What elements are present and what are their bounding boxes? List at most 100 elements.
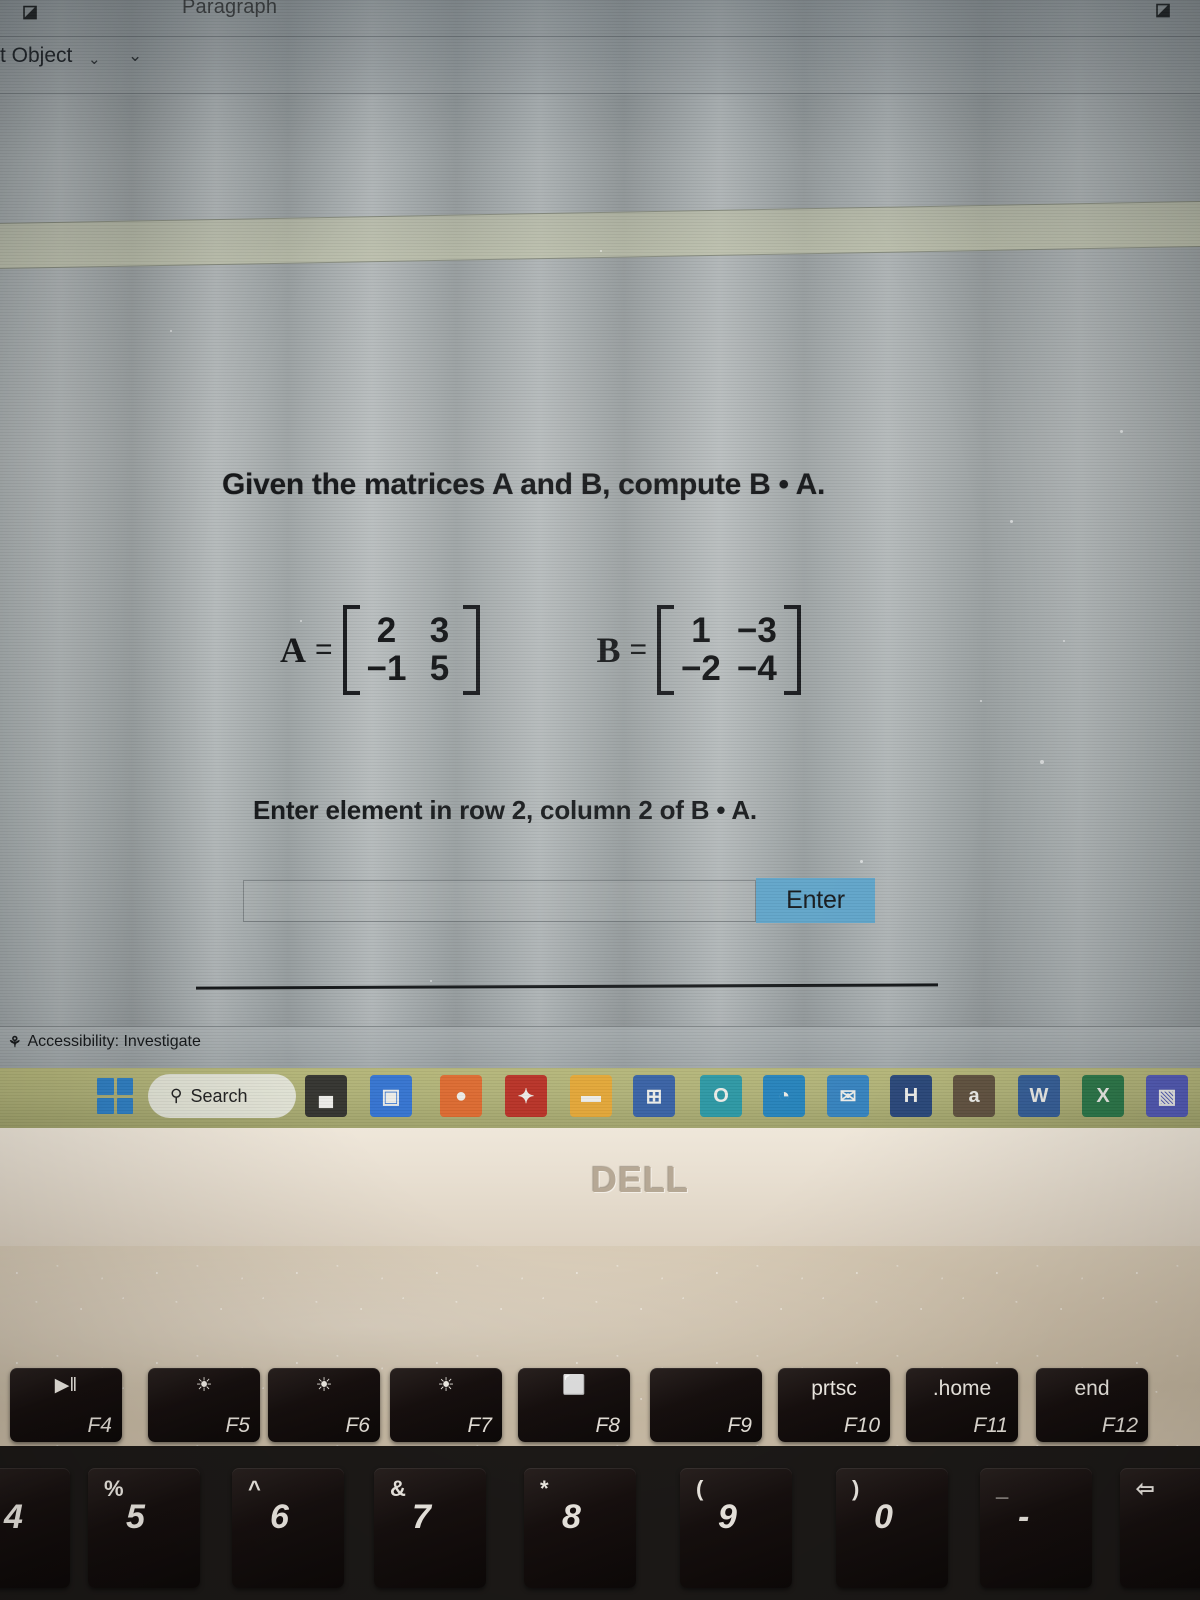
key-f12-secondary-label: end (1074, 1377, 1110, 1400)
key-f9-label: F9 (727, 1414, 752, 1437)
matrix-b-cell-r2c1: −2 (680, 648, 721, 688)
matrix-a-cell-r2c1: −1 (366, 648, 407, 688)
key-0[interactable]: ) 0 (836, 1468, 948, 1588)
key-f10[interactable]: prtsc F10 (778, 1368, 890, 1442)
key-5[interactable]: % 5 (88, 1468, 200, 1588)
key-f5[interactable]: ☀ F5 (148, 1368, 260, 1442)
key-0-label: 0 (874, 1498, 893, 1536)
key-backspace-shift-label: ⇦ (1136, 1476, 1155, 1501)
key-minus-label: - (1018, 1498, 1030, 1536)
key-minus-shift-label: _ (996, 1476, 1009, 1501)
key-4[interactable]: $4 (0, 1468, 70, 1588)
matrix-b-cell-r2c2: −4 (736, 648, 777, 688)
key-f9[interactable]: F9 (650, 1368, 762, 1442)
matrix-b-cell-r1c2: −3 (736, 611, 777, 650)
screen-dust-speck (1040, 760, 1044, 764)
screen-dust-speck (430, 980, 432, 982)
matrix-a-cell-r1c1: 2 (376, 611, 397, 650)
number-key-row: $4%5^6&7*8(9)0_-⇦ (0, 1468, 1200, 1588)
laptop-screen: Paragraph ◪ ◪ t Object ⌄ ⌄ Given the mat… (0, 0, 1200, 1128)
brightness-up-icon: ☀ (437, 1375, 455, 1396)
outlook-o-icon[interactable]: O (700, 1075, 742, 1117)
matrix-b-cell-r1c1: 1 (691, 611, 711, 650)
key-7-label: 7 (412, 1498, 431, 1536)
search-icon: ⚲ (170, 1086, 183, 1105)
key-8-label: 8 (562, 1498, 581, 1536)
h-app-icon[interactable]: H (890, 1075, 932, 1117)
key-f11-label: F11 (973, 1414, 1008, 1437)
amazon-icon[interactable]: a (953, 1075, 995, 1117)
puzzle-app-icon[interactable]: ✦ (505, 1075, 547, 1117)
key-f4[interactable]: ▶‖ F4 (10, 1368, 122, 1442)
key-f7[interactable]: ☀ F7 (390, 1368, 502, 1442)
enter-button[interactable]: Enter (756, 878, 875, 923)
accessibility-person-icon: ⚘ (8, 1034, 22, 1051)
matrix-b-equals: = (629, 632, 647, 666)
key-5-label: 5 (126, 1498, 145, 1536)
document-body: Given the matrices A and B, compute B • … (0, 0, 1200, 1035)
key-f12-label: F12 (1101, 1414, 1138, 1437)
key-9[interactable]: (9 (680, 1468, 792, 1588)
screen-dust-speck (1063, 640, 1065, 642)
answer-prompt: Enter element in row 2, column 2 of B • … (253, 795, 757, 825)
accessibility-status-item[interactable]: ⚘ Accessibility: Investigate (8, 1033, 201, 1051)
search-input[interactable]: ⚲ Search (148, 1074, 296, 1118)
key-f10-secondary-label: prtsc (811, 1377, 857, 1400)
mail-icon[interactable]: ✉ (827, 1075, 869, 1117)
key-6-shift-label: ^ (248, 1476, 261, 1501)
key-7[interactable]: & 7 (374, 1468, 486, 1588)
key-4-label: 4 (4, 1498, 23, 1536)
key-6-label: 6 (270, 1498, 289, 1536)
key-f6[interactable]: ☀ F6 (268, 1368, 380, 1442)
key-9-label: 9 (718, 1498, 737, 1536)
search-label: Search (190, 1085, 248, 1106)
word-icon[interactable]: W (1018, 1075, 1060, 1117)
key-f8[interactable]: ⬜ F8 (518, 1368, 630, 1442)
matrix-b: B = 1 −3 −2 −4 (596, 605, 801, 695)
screen-dust-speck (980, 700, 982, 702)
excel-icon[interactable]: X (1082, 1075, 1124, 1117)
windows-start-icon[interactable] (97, 1078, 133, 1114)
key-backspace[interactable]: ⇦ (1120, 1468, 1200, 1588)
key-5-shift-label: % (104, 1476, 124, 1501)
brightness-down-icon: ☀ (315, 1375, 333, 1396)
matrix-a-equals: = (315, 632, 333, 666)
screen-dust-speck (1010, 520, 1013, 523)
section-divider (195, 983, 939, 990)
key-f8-label: F8 (595, 1414, 620, 1437)
screen-dust-speck (300, 620, 302, 622)
zoom-icon[interactable]: ▣ (370, 1075, 412, 1117)
firefox-icon[interactable]: ● (440, 1075, 482, 1117)
key-f6-label: F6 (345, 1414, 370, 1437)
answer-row: Enter (243, 878, 875, 924)
screen-dust-speck (600, 250, 602, 252)
page-title: Given the matrices A and B, compute B • … (222, 468, 826, 501)
file-explorer-icon[interactable]: ▬ (570, 1075, 612, 1117)
microsoft-store-icon[interactable]: ⊞ (633, 1075, 675, 1117)
key-f11-secondary-label: .home (932, 1377, 992, 1400)
matrix-a: A = 2 3 −1 5 (280, 605, 481, 695)
key-9-shift-label: ( (696, 1476, 704, 1501)
answer-input[interactable] (243, 880, 756, 922)
key-f12[interactable]: end F12 (1036, 1368, 1148, 1442)
accessibility-status-label: Accessibility: Investigate (27, 1033, 201, 1050)
key-8-shift-label: * (540, 1476, 549, 1501)
key-minus[interactable]: _ - (980, 1468, 1092, 1588)
matrix-a-cell-r2c2: 5 (429, 648, 450, 688)
function-key-row: ▶‖ F4 ☀ F5 ☀ F6 ☀ F7 ⬜ F8 F9 prtsc F10 .home F11 end F12 (0, 1368, 1200, 1468)
screen-dust-speck (170, 330, 172, 332)
key-6[interactable]: ^ 6 (232, 1468, 344, 1588)
dark-app-icon[interactable]: ▄ (305, 1075, 347, 1117)
key-f5-label: F5 (225, 1414, 250, 1437)
key-7-shift-label: & (390, 1476, 406, 1501)
key-0-shift-label: ) (852, 1476, 860, 1501)
key-f4-glyph: ▶‖ (54, 1375, 78, 1396)
key-8[interactable]: * 8 (524, 1468, 636, 1588)
teams-icon[interactable]: ▧ (1146, 1075, 1188, 1117)
key-f11[interactable]: .home F11 (906, 1368, 1018, 1442)
dell-brand-logo: DELL (591, 1159, 689, 1200)
matrix-display: A = 2 3 −1 5 B = 1 −3 −2 −4 (280, 605, 801, 695)
display-switch-icon: ⬜ (562, 1375, 586, 1396)
keyboard-backlight-icon: ☀ (195, 1375, 213, 1396)
edge-icon[interactable]: ◔ (763, 1075, 805, 1117)
